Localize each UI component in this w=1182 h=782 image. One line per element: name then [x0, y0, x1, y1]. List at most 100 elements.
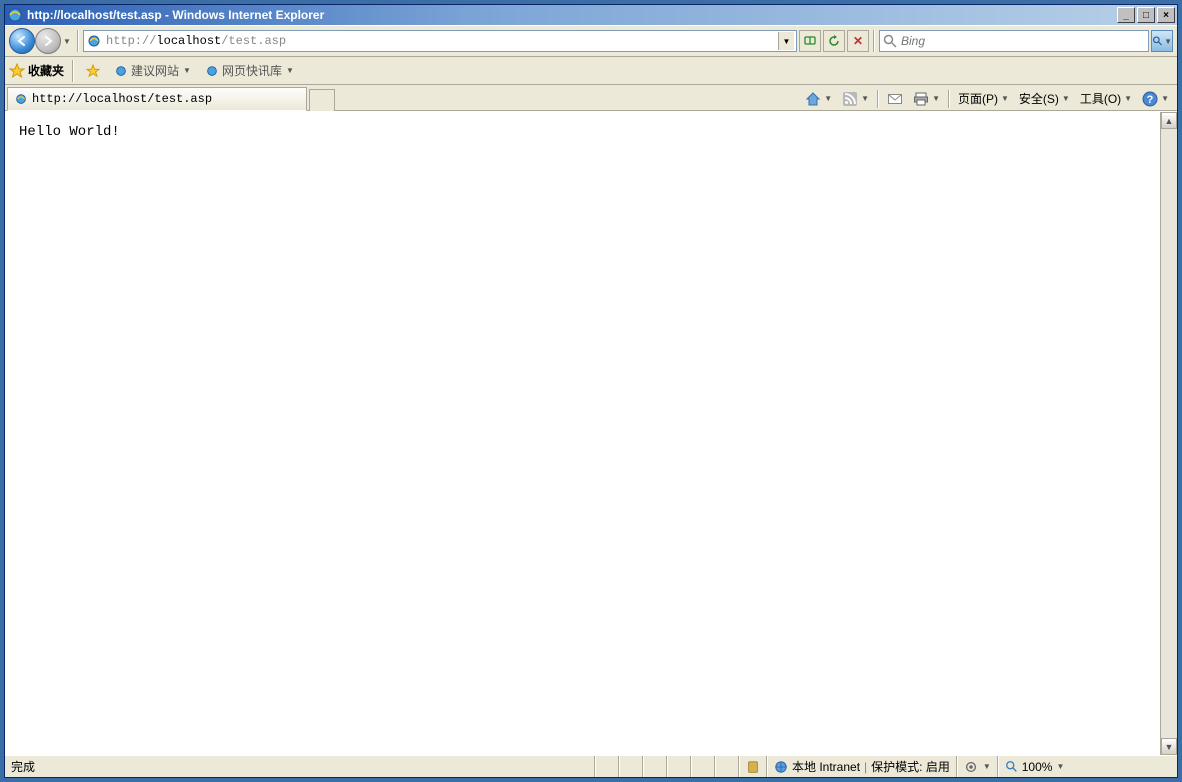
separator: [948, 90, 950, 108]
status-pane: [595, 756, 619, 777]
address-bar[interactable]: http://localhost/test.asp ▼: [83, 30, 797, 52]
favorites-label: 收藏夹: [28, 62, 64, 79]
maximize-button[interactable]: □: [1137, 7, 1155, 23]
status-text: 完成: [5, 756, 595, 777]
home-icon: [805, 91, 821, 107]
refresh-button[interactable]: [823, 30, 845, 52]
safety-menu[interactable]: 安全(S)▼: [1015, 88, 1074, 109]
page-icon: [86, 33, 102, 49]
chevron-down-icon: ▼: [1164, 37, 1172, 46]
window-controls: _ □ ×: [1117, 7, 1175, 23]
status-done-label: 完成: [11, 758, 35, 775]
help-icon: ?: [1142, 91, 1158, 107]
new-tab-button[interactable]: [309, 89, 335, 111]
tab-bar: http://localhost/test.asp ▼ ▼: [5, 85, 1177, 111]
mail-icon: [887, 91, 903, 107]
ie-small-icon: [114, 64, 128, 78]
star-icon: [9, 63, 25, 79]
status-pane: [691, 756, 715, 777]
rss-icon: [842, 91, 858, 107]
zoom-icon: [1005, 760, 1019, 774]
page-menu[interactable]: 页面(P)▼: [954, 88, 1013, 109]
privacy-report-button[interactable]: [739, 756, 767, 777]
protected-mode-button[interactable]: ▼: [957, 756, 998, 777]
scroll-up-button[interactable]: ▲: [1161, 112, 1177, 129]
back-button[interactable]: [9, 28, 35, 54]
close-button[interactable]: ×: [1157, 7, 1175, 23]
content-area: Hello World! ▲ ▼: [5, 111, 1177, 755]
printer-icon: [913, 91, 929, 107]
web-slice-link[interactable]: 网页快讯库 ▼: [201, 60, 298, 81]
chevron-down-icon: ▼: [1161, 94, 1169, 103]
divider: [873, 30, 875, 52]
nav-buttons: ▼: [9, 28, 73, 54]
tools-menu-label: 工具(O): [1080, 90, 1121, 107]
page-menu-label: 页面(P): [958, 90, 998, 107]
page-text: Hello World!: [19, 124, 120, 140]
chevron-down-icon: ▼: [183, 66, 191, 75]
print-button[interactable]: ▼: [909, 89, 944, 109]
suggested-sites-link[interactable]: 建议网站 ▼: [110, 60, 195, 81]
tab-active[interactable]: http://localhost/test.asp: [7, 87, 307, 111]
status-pane: [715, 756, 739, 777]
browser-window: http://localhost/test.asp - Windows Inte…: [4, 4, 1178, 778]
status-pane: [619, 756, 643, 777]
zone-label: 本地 Intranet: [792, 758, 860, 775]
add-favorites-button[interactable]: [82, 62, 104, 80]
address-input[interactable]: http://localhost/test.asp: [106, 34, 778, 48]
address-dropdown[interactable]: ▼: [778, 32, 794, 50]
search-icon: [882, 33, 898, 49]
globe-icon: [774, 760, 788, 774]
chevron-down-icon: ▼: [286, 66, 294, 75]
chevron-down-icon: ▼: [824, 94, 832, 103]
security-zone[interactable]: 本地 Intranet | 保护模式: 启用: [767, 756, 957, 777]
protected-mode-label: 保护模式: 启用: [871, 758, 950, 775]
title-bar[interactable]: http://localhost/test.asp - Windows Inte…: [5, 5, 1177, 25]
divider: [72, 60, 74, 82]
status-panes: [595, 756, 739, 777]
chevron-down-icon: ▼: [1056, 762, 1064, 771]
search-input[interactable]: [901, 34, 1146, 48]
suggested-sites-label: 建议网站: [131, 62, 179, 79]
chevron-down-icon: ▼: [861, 94, 869, 103]
command-bar: ▼ ▼ ▼ 页面(P)▼ 安全: [801, 88, 1173, 109]
chevron-down-icon: ▼: [1001, 94, 1009, 103]
search-box[interactable]: [879, 30, 1149, 52]
minimize-button[interactable]: _: [1117, 7, 1135, 23]
tools-menu[interactable]: 工具(O)▼: [1076, 88, 1136, 109]
divider: [77, 30, 79, 52]
window-title: http://localhost/test.asp - Windows Inte…: [27, 8, 1117, 22]
zoom-control[interactable]: 100% ▼: [998, 756, 1071, 777]
chevron-down-icon: ▼: [1062, 94, 1070, 103]
read-mail-button[interactable]: [883, 89, 907, 109]
stop-button[interactable]: ✕: [847, 30, 869, 52]
scroll-track[interactable]: [1161, 129, 1177, 738]
home-button[interactable]: ▼: [801, 89, 836, 109]
web-slice-label: 网页快讯库: [222, 62, 282, 79]
help-button[interactable]: ? ▼: [1138, 89, 1173, 109]
zoom-level: 100%: [1022, 760, 1053, 774]
compatibility-button[interactable]: [799, 30, 821, 52]
star-add-icon: [86, 64, 100, 78]
favorites-button[interactable]: 收藏夹: [9, 62, 64, 79]
nav-history-dropdown[interactable]: ▼: [61, 28, 73, 54]
chevron-down-icon: ▼: [983, 762, 991, 771]
ie-logo-icon: [7, 7, 23, 23]
navigation-bar: ▼ http://localhost/test.asp ▼ ✕: [5, 25, 1177, 57]
status-pane: [667, 756, 691, 777]
svg-text:?: ?: [1147, 94, 1154, 106]
separator: [877, 90, 879, 108]
status-bar: 完成 本地 Intranet | 保护模式: 启用: [5, 755, 1177, 777]
vertical-scrollbar[interactable]: ▲ ▼: [1160, 112, 1177, 755]
ie-small-icon: [14, 92, 28, 106]
status-pane: [643, 756, 667, 777]
chevron-down-icon: ▼: [1124, 94, 1132, 103]
forward-button[interactable]: [35, 28, 61, 54]
feeds-button[interactable]: ▼: [838, 89, 873, 109]
page-body[interactable]: Hello World!: [5, 112, 1160, 755]
scroll-down-button[interactable]: ▼: [1161, 738, 1177, 755]
favorites-bar: 收藏夹 建议网站 ▼ 网页快讯库 ▼: [5, 57, 1177, 85]
safety-menu-label: 安全(S): [1019, 90, 1059, 107]
gear-icon: [964, 760, 978, 774]
search-go-button[interactable]: ▼: [1151, 30, 1173, 52]
